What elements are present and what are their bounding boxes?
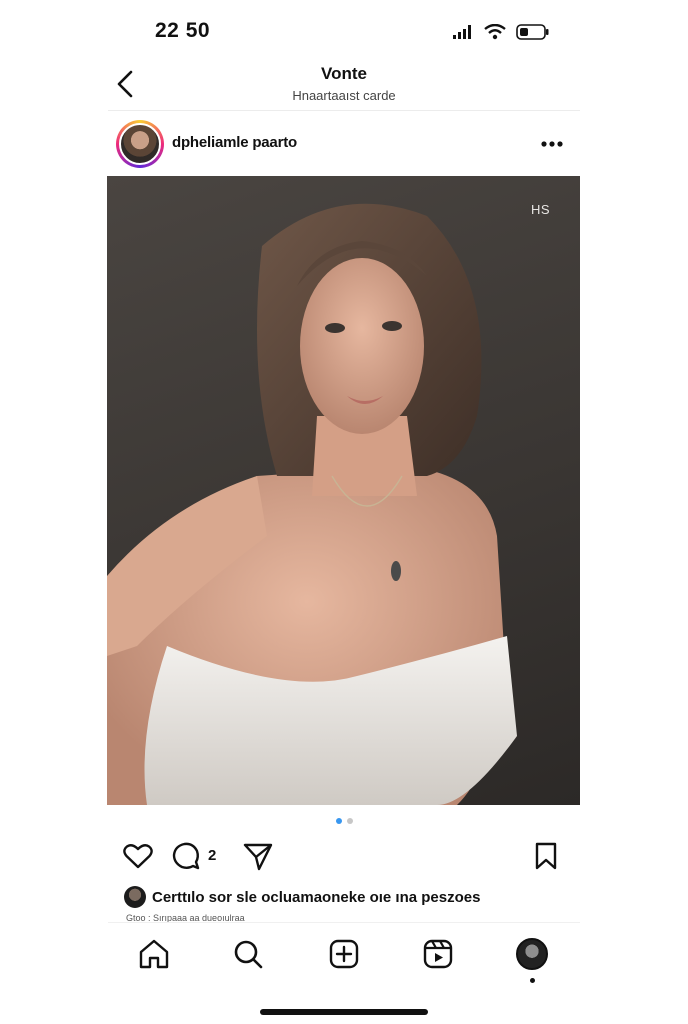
header-divider	[108, 110, 580, 111]
carousel-dot-active	[335, 818, 342, 824]
save-button[interactable]	[530, 840, 562, 872]
comment-icon	[172, 842, 200, 870]
likes-text: Certtılo sor sle ocluamaoneke oıe ına pe…	[152, 888, 481, 906]
tab-home[interactable]	[136, 936, 172, 972]
create-icon	[329, 939, 359, 969]
home-indicator	[260, 1009, 428, 1015]
reels-icon	[423, 939, 453, 969]
home-icon	[139, 939, 169, 969]
profile-avatar	[516, 938, 548, 970]
status-icons	[452, 21, 550, 43]
wifi-icon	[484, 24, 506, 40]
send-icon	[243, 843, 273, 871]
more-icon	[541, 141, 563, 147]
carousel-dot	[346, 818, 353, 824]
avatar	[119, 123, 161, 165]
nav-header: Vonte Hnaartaaıst carde	[0, 58, 688, 110]
share-button[interactable]	[242, 840, 274, 872]
signal-icon	[453, 25, 471, 39]
like-button[interactable]	[122, 840, 154, 872]
portrait-image	[107, 203, 517, 805]
story-ring[interactable]	[116, 120, 164, 168]
tab-profile[interactable]	[514, 936, 550, 983]
likes-line[interactable]: Certtılo sor sle ocluamaoneke oıe ına pe…	[124, 886, 580, 908]
bookmark-icon	[535, 842, 557, 870]
status-time: 22 50	[155, 19, 211, 42]
battery-icon	[516, 24, 549, 40]
tab-create[interactable]	[326, 936, 362, 972]
notification-dot	[530, 978, 535, 983]
carousel-dots	[0, 818, 688, 824]
likes-avatar	[124, 886, 146, 908]
status-bar: 22 50	[0, 0, 688, 60]
comment-count: 2	[208, 847, 217, 864]
more-options-button[interactable]	[538, 130, 566, 158]
header-title: Vonte	[321, 64, 367, 83]
post-header: dpheliamle paarto	[108, 116, 580, 172]
post-actions: 2	[108, 836, 580, 876]
heart-icon	[123, 844, 153, 869]
tab-divider	[108, 922, 580, 923]
tab-reels[interactable]	[420, 936, 456, 972]
post-username[interactable]: dpheliamle paarto	[172, 134, 297, 151]
tab-search[interactable]	[230, 936, 266, 972]
comment-button[interactable]	[170, 840, 202, 872]
post-photo[interactable]: HS	[107, 176, 580, 805]
tab-bar	[108, 930, 580, 983]
search-icon	[234, 940, 263, 969]
photo-badge: HS	[530, 202, 550, 217]
header-subtitle: Hnaartaaıst carde	[292, 88, 396, 103]
